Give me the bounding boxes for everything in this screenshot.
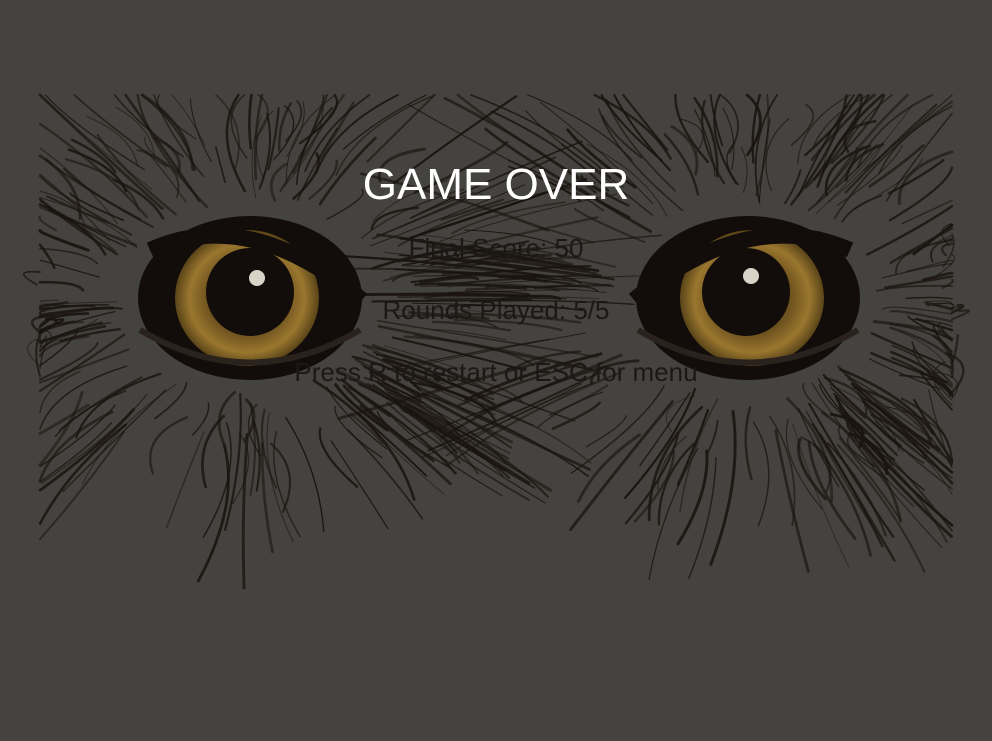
feather-stroke xyxy=(706,419,719,454)
feather-stroke xyxy=(719,94,739,154)
feather-stroke xyxy=(73,94,168,168)
feather-stroke xyxy=(38,423,127,525)
game-over-title: GAME OVER xyxy=(362,160,630,209)
feather-stroke xyxy=(366,93,436,163)
feather-stroke xyxy=(149,416,189,475)
feather-stroke xyxy=(358,413,428,477)
feather-stroke xyxy=(676,408,710,486)
feather-stroke xyxy=(330,440,389,530)
game-over-screen[interactable]: GAME OVER Final Score: 50 Rounds Played:… xyxy=(0,0,992,741)
rounds-played-text: Rounds Played: 5/5 xyxy=(382,295,610,325)
feather-stroke xyxy=(189,98,212,162)
feather-stroke xyxy=(624,431,680,525)
feather-stroke xyxy=(260,441,274,554)
feather-stroke xyxy=(613,94,671,172)
feather-stroke xyxy=(22,270,41,286)
feather-stroke xyxy=(273,430,301,538)
feather-stroke xyxy=(585,415,628,448)
feather-stroke xyxy=(744,406,753,481)
feather-stroke xyxy=(166,431,205,528)
final-score-text: Final Score: 50 xyxy=(408,233,584,263)
feather-stroke xyxy=(192,402,210,436)
feather-stroke xyxy=(38,215,57,232)
feather-stroke xyxy=(38,280,85,292)
feather-stroke xyxy=(44,94,145,171)
feather-stroke xyxy=(752,421,770,527)
feather-stroke xyxy=(624,387,696,499)
feather-stroke xyxy=(248,93,253,150)
feather-stroke xyxy=(569,400,675,532)
feather-stroke xyxy=(774,429,810,573)
feather-stroke xyxy=(790,103,815,146)
feather-stroke xyxy=(318,427,359,489)
feather-stroke xyxy=(769,415,796,527)
feather-stroke xyxy=(241,433,249,590)
restart-instructions: Press R to restart or ESC for menu xyxy=(294,357,698,387)
feather-stroke xyxy=(785,418,823,510)
feather-stroke xyxy=(285,416,325,533)
